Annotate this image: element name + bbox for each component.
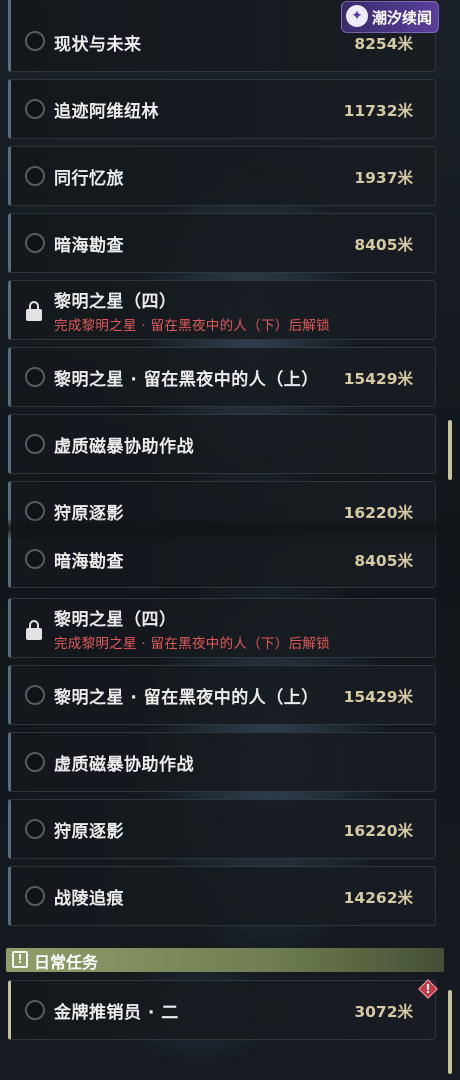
quest-name: 虚质磁暴协助作战 xyxy=(54,755,194,775)
quest-item-liming-4-locked[interactable]: 黎明之星（四） 完成黎明之星 · 留在黑夜中的人（下）后解锁 xyxy=(8,598,436,658)
quest-item-xuzhi[interactable]: 虚质磁暴协助作战 xyxy=(8,414,436,474)
quest-name: 黎明之星 · 留在黑夜中的人（上） xyxy=(54,370,319,390)
scrollbar-thumb[interactable] xyxy=(448,990,452,1074)
quest-distance: 8405米 xyxy=(354,552,413,570)
quest-item-liming-4-locked[interactable]: 黎明之星（四） 完成黎明之星 · 留在黑夜中的人（下）后解锁 xyxy=(8,280,436,340)
radio-circle-icon[interactable] xyxy=(25,233,45,253)
radio-circle-icon[interactable] xyxy=(25,31,45,51)
quest-name: 黎明之星 · 留在黑夜中的人（上） xyxy=(54,688,319,708)
quest-item-jinpai[interactable]: 金牌推销员 · 二 3072米 xyxy=(8,980,436,1040)
quest-item-liming-shang[interactable]: 黎明之星 · 留在黑夜中的人（上） 15429米 xyxy=(8,665,436,725)
quest-list-panel-top: 现状与未来 8254米 追迹阿维纽林 11732米 同行忆旅 1937米 暗海勘… xyxy=(0,0,460,528)
watermark-logo-icon: ✦ xyxy=(346,5,368,27)
exclamation-box-icon: ! xyxy=(12,951,28,968)
quest-name: 黎明之星（四） xyxy=(54,292,177,312)
quest-item-xuzhi[interactable]: 虚质磁暴协助作战 xyxy=(8,732,436,792)
section-title: 日常任务 xyxy=(34,953,99,972)
quest-distance: 8254米 xyxy=(354,35,413,53)
radio-circle-icon[interactable] xyxy=(25,434,45,454)
quest-name: 狩原逐影 xyxy=(54,822,124,842)
daily-tasks-header[interactable]: ! 日常任务 xyxy=(6,948,444,972)
radio-circle-icon[interactable] xyxy=(25,549,45,569)
quest-distance: 14262米 xyxy=(343,889,413,907)
quest-name: 暗海勘查 xyxy=(54,552,124,572)
quest-distance: 11732米 xyxy=(343,102,413,120)
alert-diamond-icon: ! xyxy=(418,979,438,999)
quest-name: 现状与未来 xyxy=(54,35,142,55)
quest-item-liming-shang[interactable]: 黎明之星 · 留在黑夜中的人（上） 15429米 xyxy=(8,347,436,407)
quest-distance: 8405米 xyxy=(354,236,413,254)
lock-icon xyxy=(25,620,43,640)
watermark-badge: ✦ 潮汐续闻 xyxy=(341,1,439,33)
quest-item-tongxing[interactable]: 同行忆旅 1937米 xyxy=(8,146,436,206)
quest-name: 金牌推销员 · 二 xyxy=(54,1003,179,1023)
quest-item-zhuiji[interactable]: 追迹阿维纽林 11732米 xyxy=(8,79,436,139)
panel-divider xyxy=(0,518,460,540)
radio-circle-icon[interactable] xyxy=(25,819,45,839)
radio-circle-icon[interactable] xyxy=(25,367,45,387)
radio-circle-icon[interactable] xyxy=(25,886,45,906)
quest-distance: 15429米 xyxy=(343,688,413,706)
quest-name: 追迹阿维纽林 xyxy=(54,102,159,122)
quest-distance: 1937米 xyxy=(354,169,413,187)
radio-circle-icon[interactable] xyxy=(25,99,45,119)
unlock-condition-text: 完成黎明之星 · 留在黑夜中的人（下）后解锁 xyxy=(54,636,330,652)
quest-item-shouyuan[interactable]: 狩原逐影 16220米 xyxy=(8,799,436,859)
radio-circle-icon[interactable] xyxy=(25,685,45,705)
radio-circle-icon[interactable] xyxy=(25,752,45,772)
lock-icon xyxy=(25,301,43,321)
quest-name: 暗海勘查 xyxy=(54,236,124,256)
quest-distance: 16220米 xyxy=(343,822,413,840)
quest-name: 虚质磁暴协助作战 xyxy=(54,437,194,457)
quest-name: 黎明之星（四） xyxy=(54,610,177,630)
alert-mark: ! xyxy=(425,982,431,996)
quest-distance: 3072米 xyxy=(354,1003,413,1021)
quest-item-anhai[interactable]: 暗海勘查 8405米 xyxy=(8,213,436,273)
radio-circle-icon[interactable] xyxy=(25,1000,45,1020)
unlock-condition-text: 完成黎明之星 · 留在黑夜中的人（下）后解锁 xyxy=(54,318,330,334)
quest-name: 同行忆旅 xyxy=(54,169,124,189)
quest-name: 战陵追痕 xyxy=(54,889,124,909)
radio-circle-icon[interactable] xyxy=(25,166,45,186)
quest-list-panel-bottom: 暗海勘查 8405米 黎明之星（四） 完成黎明之星 · 留在黑夜中的人（下）后解… xyxy=(0,528,460,1080)
quest-item-zhanling[interactable]: 战陵追痕 14262米 xyxy=(8,866,436,926)
scrollbar-thumb[interactable] xyxy=(448,420,452,480)
quest-distance: 15429米 xyxy=(343,370,413,388)
watermark-text: 潮汐续闻 xyxy=(372,9,433,27)
